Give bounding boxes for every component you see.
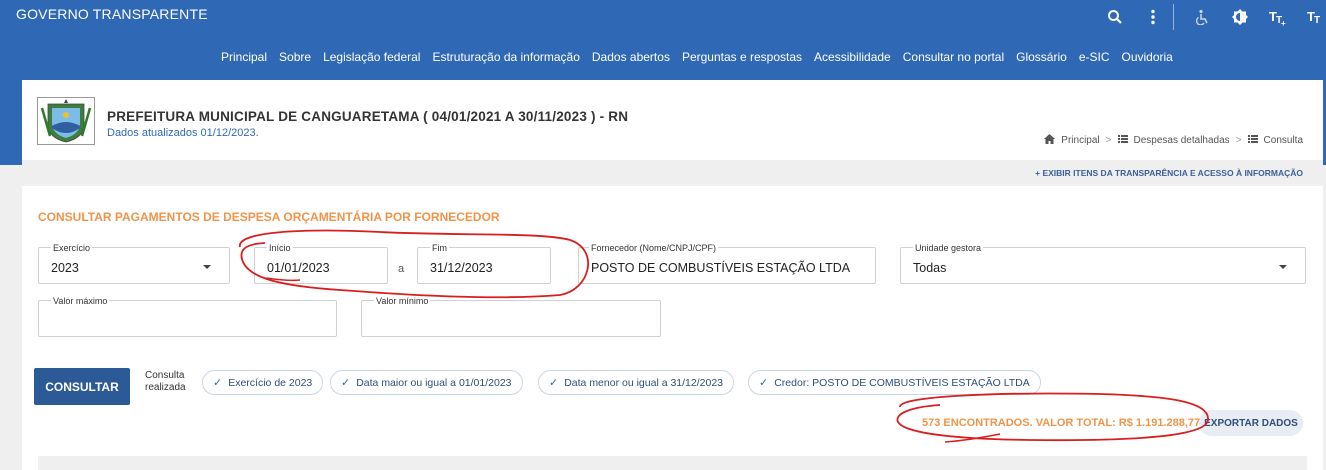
page-title: PREFEITURA MUNICIPAL DE CANGUARETAMA ( 0…: [107, 109, 629, 124]
nav-acessibilidade[interactable]: Acessibilidade: [814, 50, 891, 64]
fornecedor-field[interactable]: Fornecedor (Nome/CNPJ/CPF) POSTO DE COMB…: [578, 243, 876, 284]
top-icons: T T + TT: [1087, 4, 1326, 30]
nav-ouvidoria[interactable]: Ouvidoria: [1122, 50, 1173, 64]
exibir-itens-link[interactable]: + EXIBIR ITENS DA TRANSPARÊNCIA E ACESSO…: [1035, 168, 1303, 178]
filter-chip-credor[interactable]: ✓ Credor: POSTO DE COMBUSTÍVEIS ESTAÇÃO …: [748, 370, 1041, 395]
accessibility-icon[interactable]: [1192, 7, 1212, 27]
breadcrumb-separator: >: [1105, 135, 1112, 146]
fim-label: Fim: [430, 243, 449, 253]
check-icon: ✓: [213, 377, 223, 389]
inicio-date-field[interactable]: Início 01/01/2023: [254, 243, 388, 284]
inicio-label: Início: [267, 243, 293, 253]
filter-chip-exercicio[interactable]: ✓ Exercício de 2023: [202, 370, 324, 395]
section-title: CONSULTAR PAGAMENTOS DE DESPESA ORÇAMENT…: [38, 210, 500, 224]
nav-esic[interactable]: e-SIC: [1079, 50, 1110, 64]
chevron-down-icon: [203, 265, 211, 269]
breadcrumb-principal[interactable]: Principal: [1061, 135, 1099, 146]
chip-label: Exercício de 2023: [228, 376, 313, 389]
nav-perguntas-respostas[interactable]: Perguntas e respostas: [682, 50, 802, 64]
exportar-dados-button[interactable]: EXPORTAR DADOS: [1199, 410, 1303, 436]
chevron-down-icon: [1279, 265, 1287, 269]
exercicio-select[interactable]: Exercício 2023: [38, 243, 230, 284]
unidade-label: Unidade gestora: [913, 243, 984, 253]
valor-maximo-label: Valor máximo: [51, 296, 110, 306]
search-icon[interactable]: [1105, 7, 1125, 27]
consultar-button[interactable]: CONSULTAR: [34, 368, 130, 405]
svg-text:+: +: [1281, 19, 1286, 26]
breadcrumb-separator: >: [1235, 135, 1242, 146]
valor-minimo-field[interactable]: Valor mínimo: [361, 296, 661, 337]
fornecedor-label: Fornecedor (Nome/CNPJ/CPF): [589, 243, 719, 253]
nav-estruturacao[interactable]: Estruturação da informação: [432, 50, 579, 64]
nav-consultar-portal[interactable]: Consultar no portal: [903, 50, 1004, 64]
fim-value: 31/12/2023: [430, 261, 493, 275]
check-icon: ✓: [341, 377, 351, 389]
page-header: PREFEITURA MUNICIPAL DE CANGUARETAMA ( 0…: [22, 80, 1323, 160]
brand-title[interactable]: GOVERNO TRANSPARENTE: [16, 6, 208, 22]
breadcrumb: Principal > Despesas detalhadas > Consul…: [1044, 134, 1303, 147]
list-icon: [1247, 135, 1258, 146]
font-increase-icon[interactable]: T T +: [1268, 7, 1288, 27]
main-nav: Principal Sobre Legislação federal Estru…: [221, 50, 1173, 64]
consulta-realizada-label: Consulta realizada: [145, 370, 186, 393]
results-table-header: [38, 456, 1307, 470]
font-decrease-icon[interactable]: TT: [1306, 7, 1326, 27]
list-icon: [1117, 135, 1128, 146]
unidade-gestora-select[interactable]: Unidade gestora Todas: [900, 243, 1306, 284]
chip-label: Data maior ou igual a 01/01/2023: [356, 376, 512, 389]
coat-of-arms-logo: [37, 97, 95, 145]
svg-text:T: T: [1314, 15, 1320, 26]
nav-legislacao-federal[interactable]: Legislação federal: [323, 50, 420, 64]
unidade-value: Todas: [913, 261, 947, 275]
nav-glossario[interactable]: Glossário: [1016, 50, 1067, 64]
fornecedor-value: POSTO DE COMBUSTÍVEIS ESTAÇÃO LTDA: [591, 261, 851, 275]
check-icon: ✓: [759, 377, 769, 389]
valor-minimo-label: Valor mínimo: [374, 296, 431, 306]
breadcrumb-despesas[interactable]: Despesas detalhadas: [1134, 135, 1230, 146]
filter-chip-data-inicio[interactable]: ✓ Data maior ou igual a 01/01/2023: [330, 370, 523, 395]
nav-principal[interactable]: Principal: [221, 50, 267, 64]
exercicio-value: 2023: [51, 261, 79, 275]
divider: [1173, 4, 1174, 30]
chip-label: Data menor ou igual a 31/12/2023: [564, 376, 724, 389]
more-vert-icon[interactable]: [1143, 7, 1163, 27]
nav-dados-abertos[interactable]: Dados abertos: [592, 50, 670, 64]
exercicio-label: Exercício: [51, 243, 93, 253]
date-range-separator: a: [398, 263, 405, 275]
breadcrumb-consulta: Consulta: [1263, 135, 1303, 146]
inicio-value: 01/01/2023: [267, 261, 330, 275]
main-card: PREFEITURA MUNICIPAL DE CANGUARETAMA ( 0…: [22, 80, 1323, 470]
updated-date: Dados atualizados 01/12/2023.: [107, 127, 259, 139]
results-total: 573 ENCONTRADOS. VALOR TOTAL: R$ 1.191.2…: [922, 417, 1201, 429]
contrast-icon[interactable]: [1230, 7, 1250, 27]
home-icon: [1044, 134, 1056, 147]
filter-chip-data-fim[interactable]: ✓ Data menor ou igual a 31/12/2023: [538, 370, 735, 395]
fim-date-field[interactable]: Fim 31/12/2023: [417, 243, 551, 284]
chip-label: Credor: POSTO DE COMBUSTÍVEIS ESTAÇÃO LT…: [774, 376, 1030, 389]
valor-maximo-field[interactable]: Valor máximo: [38, 296, 337, 337]
transparency-strip: + EXIBIR ITENS DA TRANSPARÊNCIA E ACESSO…: [22, 160, 1323, 186]
check-icon: ✓: [549, 377, 559, 389]
nav-sobre[interactable]: Sobre: [279, 50, 311, 64]
